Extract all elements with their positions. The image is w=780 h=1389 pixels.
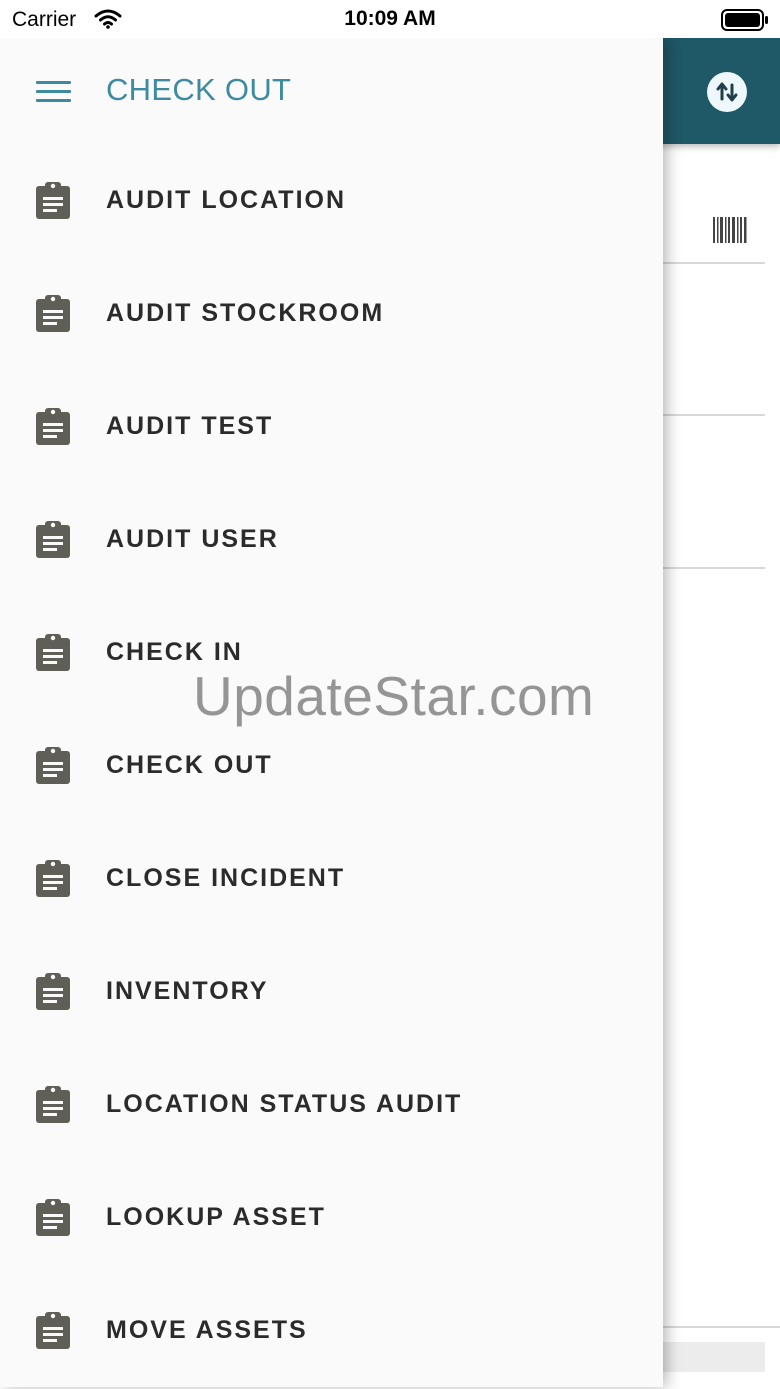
clipboard-icon — [36, 1312, 70, 1349]
menu-item-close-incident[interactable]: CLOSE INCIDENT — [0, 822, 663, 935]
clipboard-icon — [36, 860, 70, 897]
divider — [663, 414, 765, 416]
hamburger-menu-icon[interactable] — [30, 72, 76, 112]
menu-item-inventory[interactable]: INVENTORY — [0, 935, 663, 1048]
menu-item-label: AUDIT STOCKROOM — [106, 299, 385, 327]
clipboard-icon — [36, 973, 70, 1010]
menu-item-label: CLOSE INCIDENT — [106, 864, 346, 892]
menu-item-label: AUDIT LOCATION — [106, 186, 347, 214]
menu-item-lookup-asset[interactable]: LOOKUP ASSET — [0, 1161, 663, 1274]
menu-item-label: CHECK OUT — [106, 751, 273, 779]
sync-button[interactable] — [707, 72, 747, 112]
sync-arrows-icon — [716, 82, 738, 102]
menu-item-audit-stockroom[interactable]: AUDIT STOCKROOM — [0, 257, 663, 370]
clipboard-icon — [36, 182, 70, 219]
footer-input[interactable] — [663, 1342, 765, 1372]
divider — [663, 567, 765, 569]
clock: 10:09 AM — [344, 7, 436, 30]
watermark: UpdateStar.com — [193, 665, 595, 727]
barcode-scan-button[interactable] — [710, 214, 750, 246]
menu-item-label: MOVE ASSETS — [106, 1316, 308, 1344]
clipboard-icon — [36, 295, 70, 332]
menu-item-label: AUDIT TEST — [106, 412, 274, 440]
menu-item-move-assets[interactable]: MOVE ASSETS — [0, 1274, 663, 1387]
status-bar: Carrier 10:09 AM — [0, 0, 780, 38]
menu-item-label: INVENTORY — [106, 977, 269, 1005]
clipboard-icon — [36, 1086, 70, 1123]
menu-item-label: LOCATION STATUS AUDIT — [106, 1090, 463, 1118]
menu-item-label: LOOKUP ASSET — [106, 1203, 326, 1231]
clipboard-icon — [36, 1199, 70, 1236]
clipboard-icon — [36, 521, 70, 558]
battery-icon — [721, 9, 768, 31]
clipboard-icon — [36, 747, 70, 784]
barcode-icon — [713, 217, 747, 243]
menu-item-audit-user[interactable]: AUDIT USER — [0, 483, 663, 596]
menu-item-audit-location[interactable]: AUDIT LOCATION — [0, 144, 663, 257]
menu-item-label: AUDIT USER — [106, 525, 279, 553]
menu-item-label: CHECK IN — [106, 638, 243, 666]
menu-item-audit-test[interactable]: AUDIT TEST — [0, 370, 663, 483]
menu-item-location-status-audit[interactable]: LOCATION STATUS AUDIT — [0, 1048, 663, 1161]
clipboard-icon — [36, 634, 70, 671]
drawer-title: CHECK OUT — [106, 72, 292, 107]
drawer-header: CHECK OUT — [0, 38, 663, 146]
divider — [663, 262, 765, 264]
clipboard-icon — [36, 408, 70, 445]
menu-list: AUDIT LOCATION AUDIT STOCKROOM AUDIT TEST A… — [0, 144, 663, 1387]
